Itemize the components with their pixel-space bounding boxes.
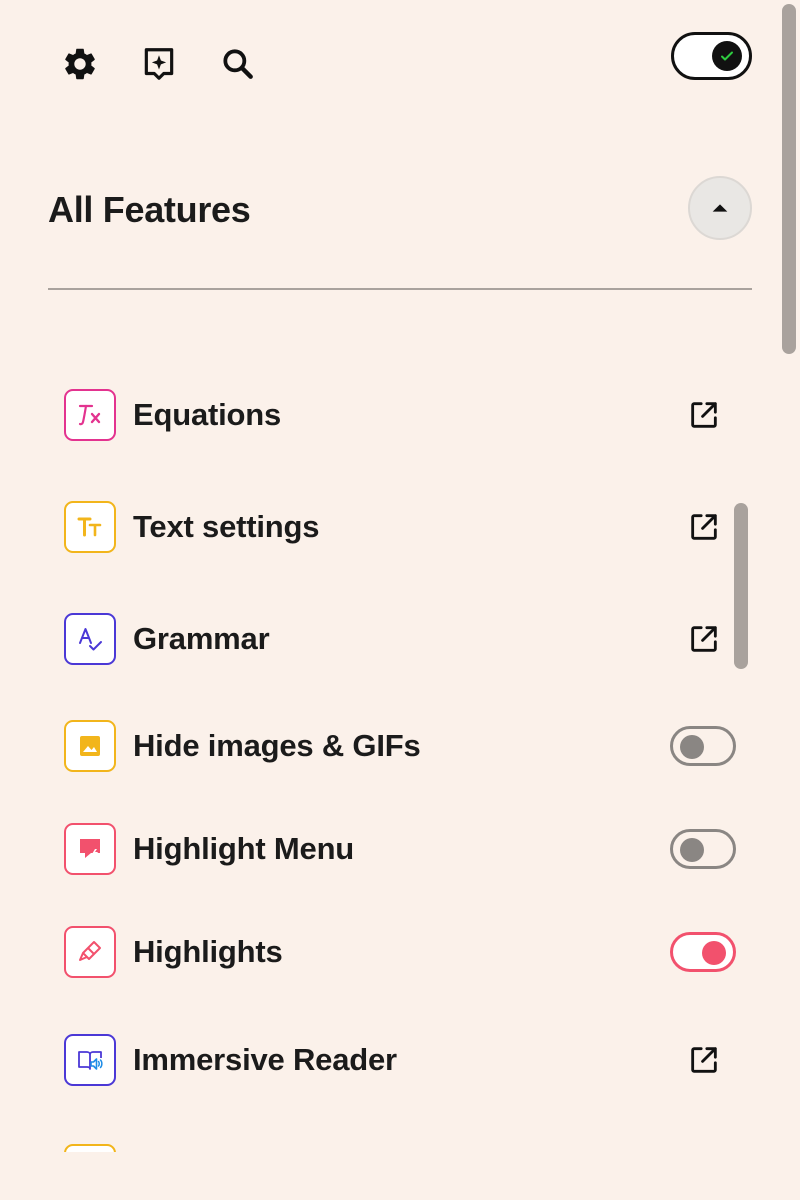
feature-label: Highlight Menu <box>133 831 355 866</box>
page-scrollbar[interactable] <box>782 4 796 354</box>
feature-icon-box <box>64 720 116 772</box>
open-immersive-reader-button[interactable] <box>686 1042 722 1078</box>
feature-icon-box <box>64 926 116 978</box>
open-external-icon <box>691 1047 717 1073</box>
highlighter-icon <box>79 941 101 961</box>
feature-row-text-settings[interactable]: Text settings <box>64 501 736 553</box>
feature-icon-box <box>64 501 116 553</box>
feature-label: Immersive Reader <box>133 1042 397 1077</box>
feature-icon-box <box>64 1034 116 1086</box>
toggle-knob <box>680 838 704 862</box>
immersive-reader-icon <box>78 1051 103 1070</box>
list-scrollbar[interactable] <box>734 503 748 669</box>
feature-list: Equations Text settings Grammar Hide ima… <box>0 0 800 1152</box>
feature-label: Text settings <box>133 509 320 544</box>
feature-label: Grammar <box>133 621 270 656</box>
feature-row-partial[interactable] <box>64 1144 736 1152</box>
feature-row-highlights[interactable]: Highlights <box>64 926 736 978</box>
open-grammar-button[interactable] <box>686 621 722 657</box>
feature-icon-box <box>64 823 116 875</box>
feature-icon-box <box>64 389 116 441</box>
open-text-settings-button[interactable] <box>686 509 722 545</box>
open-external-icon <box>691 626 717 652</box>
open-equations-button[interactable] <box>686 397 722 433</box>
equation-icon <box>78 404 101 426</box>
feature-row-highlight-menu[interactable]: Highlight Menu <box>64 823 736 875</box>
spellcheck-icon <box>79 628 102 651</box>
highlight-menu-toggle[interactable] <box>670 829 736 869</box>
text-size-icon <box>77 517 102 537</box>
hide-images-toggle[interactable] <box>670 726 736 766</box>
feature-row-hide-images[interactable]: Hide images & GIFs <box>64 720 736 772</box>
highlights-toggle[interactable] <box>670 932 736 972</box>
image-icon <box>80 736 100 756</box>
open-external-icon <box>691 514 717 540</box>
toggle-knob <box>680 735 704 759</box>
toggle-knob <box>702 941 726 965</box>
open-external-icon <box>691 402 717 428</box>
feature-label: Highlights <box>133 934 283 969</box>
highlight-menu-icon <box>80 839 100 859</box>
feature-row-equations[interactable]: Equations <box>64 389 736 441</box>
feature-row-immersive-reader[interactable]: Immersive Reader <box>64 1034 736 1086</box>
feature-icon-box <box>64 613 116 665</box>
feature-label: Equations <box>133 397 282 432</box>
feature-icon-box <box>64 1144 116 1152</box>
feature-row-grammar[interactable]: Grammar <box>64 613 736 665</box>
feature-label: Hide images & GIFs <box>133 728 421 763</box>
